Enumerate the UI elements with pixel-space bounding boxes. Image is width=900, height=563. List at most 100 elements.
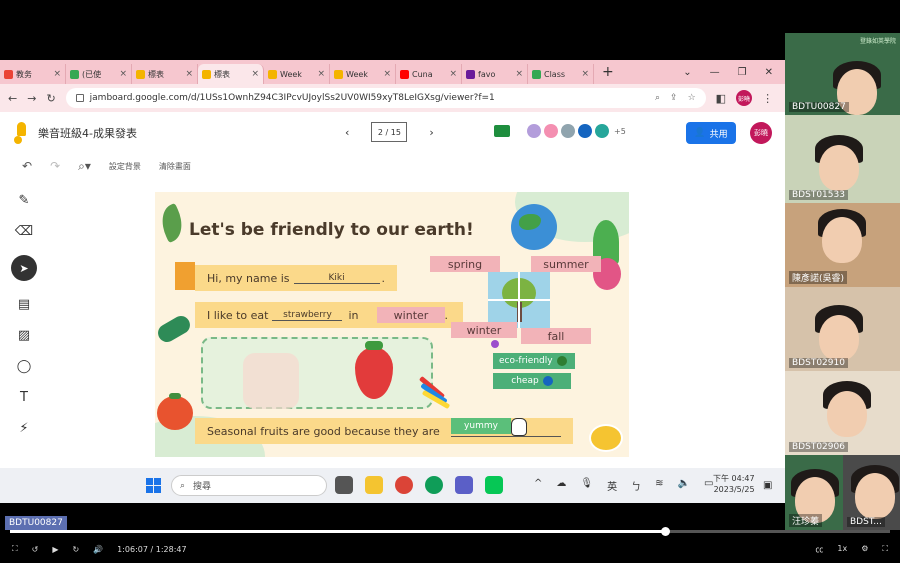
jamboard-logo-icon[interactable] xyxy=(14,122,28,144)
seek-bar[interactable] xyxy=(10,530,890,533)
laser-icon[interactable]: ⚡ xyxy=(19,421,28,436)
four-seasons-tree-image[interactable] xyxy=(488,272,550,328)
clear-frame-button[interactable]: 清除畫面 xyxy=(159,161,191,172)
teams-icon[interactable] xyxy=(455,476,473,494)
file-explorer-icon[interactable] xyxy=(365,476,383,494)
browser-tab[interactable]: 標表 × xyxy=(132,64,198,84)
reload-icon[interactable]: ↻ xyxy=(46,92,55,105)
ime-icon[interactable]: ㄅ xyxy=(631,478,641,493)
more-collaborators[interactable]: +5 xyxy=(614,127,626,136)
document-title[interactable]: 樂音班級4-成果發表 xyxy=(38,125,137,141)
tag-eco-friendly[interactable]: eco-friendly xyxy=(493,353,575,369)
fruit-drop-zone[interactable] xyxy=(201,337,433,409)
taskbar-search[interactable]: ⌕ 搜尋 xyxy=(171,475,327,496)
battery-icon[interactable]: ▭ xyxy=(704,478,713,493)
playback-speed[interactable]: 1x xyxy=(837,544,847,555)
participant-tile[interactable]: 汪珍蓁 xyxy=(785,455,843,530)
close-tab-icon[interactable]: × xyxy=(53,69,61,79)
sticky-winter-answer[interactable]: winter xyxy=(377,307,445,323)
cloud-icon[interactable]: ☁ xyxy=(556,478,566,493)
browser-tab-active[interactable]: 標表 × xyxy=(198,64,264,84)
volume-icon[interactable]: 🔊 xyxy=(93,545,103,554)
close-tab-icon[interactable]: × xyxy=(119,69,127,79)
seek-handle[interactable] xyxy=(660,527,670,536)
notification-icon[interactable]: ▣ xyxy=(763,480,772,491)
back-icon[interactable]: ← xyxy=(8,92,17,105)
undo-icon[interactable]: ↶ xyxy=(22,159,32,173)
input-language[interactable]: 英 xyxy=(607,478,617,493)
sticky-yummy[interactable]: yummy xyxy=(451,418,511,434)
captions-icon[interactable]: ㏄ xyxy=(815,544,823,555)
close-tab-icon[interactable]: × xyxy=(317,69,325,79)
volume-icon[interactable]: 🔈 xyxy=(677,478,689,493)
shape-circle-icon[interactable]: ◯ xyxy=(17,359,32,374)
participant-tile[interactable]: BDST... xyxy=(843,455,900,530)
select-arrow-icon[interactable]: ➤ xyxy=(11,255,37,281)
close-tab-icon[interactable]: × xyxy=(383,69,391,79)
browser-tab[interactable]: Week × xyxy=(264,64,330,84)
sticky-spring[interactable]: spring xyxy=(430,256,500,272)
sidepanel-icon[interactable]: ◧ xyxy=(716,92,726,105)
meet-icon[interactable] xyxy=(494,125,510,137)
share-page-icon[interactable]: ⇪ xyxy=(670,93,678,103)
previous-frame-icon[interactable]: ‹ xyxy=(345,126,349,139)
close-tab-icon[interactable]: × xyxy=(251,69,259,79)
strawberry-icon[interactable] xyxy=(355,341,393,399)
chevron-up-icon[interactable]: ^ xyxy=(534,478,542,493)
close-window-icon[interactable]: ✕ xyxy=(765,67,773,78)
participant-tile[interactable]: 陳彥諾(吳睿) xyxy=(785,203,900,287)
line-icon[interactable] xyxy=(485,476,503,494)
settings-gear-icon[interactable]: ⚙ xyxy=(861,544,868,555)
microphone-icon[interactable]: 🎙 xyxy=(580,478,593,493)
wifi-icon[interactable]: ≋ xyxy=(655,478,663,493)
browser-tab[interactable]: 教务 × xyxy=(0,64,66,84)
taskbar-clock[interactable]: 下午 04:47 2023/5/25 xyxy=(713,473,755,495)
close-tab-icon[interactable]: × xyxy=(515,69,523,79)
close-tab-icon[interactable]: × xyxy=(185,69,193,79)
sticky-fall[interactable]: fall xyxy=(521,328,591,344)
close-tab-icon[interactable]: × xyxy=(449,69,457,79)
restore-icon[interactable]: ❐ xyxy=(738,67,747,78)
task-view-icon[interactable] xyxy=(335,476,353,494)
redo-icon[interactable]: ↷ xyxy=(50,159,60,173)
frame-indicator[interactable]: 2 / 15 xyxy=(371,122,408,142)
participant-tile[interactable]: BDST01533 xyxy=(785,115,900,203)
eraser-icon[interactable]: ⌫ xyxy=(15,224,33,239)
image-icon[interactable]: ▨ xyxy=(18,328,30,343)
collaborator-avatar[interactable] xyxy=(576,122,594,140)
browser-tab[interactable]: Week × xyxy=(330,64,396,84)
browser-tab[interactable]: (已使 × xyxy=(66,64,132,84)
bookmark-star-icon[interactable]: ☆ xyxy=(688,93,696,103)
minimize-icon[interactable]: — xyxy=(710,67,720,78)
forward-icon[interactable]: ↻ xyxy=(72,545,79,554)
close-tab-icon[interactable]: × xyxy=(581,69,589,79)
set-background-button[interactable]: 設定背景 xyxy=(109,161,141,172)
sticky-note-icon[interactable]: ▤ xyxy=(18,297,30,312)
more-menu-icon[interactable]: ⋮ xyxy=(762,92,773,105)
browser-tab[interactable]: Class × xyxy=(528,64,594,84)
participant-tile[interactable]: 登錄如英學院 BDTU00827 xyxy=(785,33,900,115)
tag-cheap[interactable]: cheap xyxy=(493,373,571,389)
sticky-winter[interactable]: winter xyxy=(451,322,517,338)
participant-tile[interactable]: BDST02910 xyxy=(785,287,900,371)
play-icon[interactable]: ▶ xyxy=(52,545,58,554)
windows-start-icon[interactable] xyxy=(146,478,161,493)
participant-tile[interactable]: BDST02906 xyxy=(785,371,900,455)
browser-tab[interactable]: favo × xyxy=(462,64,528,84)
zoom-icon[interactable]: ⌕ xyxy=(655,93,660,103)
sticky-summer[interactable]: summer xyxy=(531,256,601,272)
chevron-down-icon[interactable]: ⌄ xyxy=(683,67,691,78)
fullscreen-window-icon[interactable]: ⛶ xyxy=(12,544,18,554)
collaborator-avatar[interactable] xyxy=(593,122,611,140)
chrome-icon[interactable] xyxy=(395,476,413,494)
collaborator-avatar[interactable] xyxy=(542,122,560,140)
zoom-icon[interactable]: ⌕▾ xyxy=(78,159,91,174)
collaborator-avatar[interactable] xyxy=(525,122,543,140)
profile-avatar[interactable]: 彭曉 xyxy=(736,90,753,106)
forward-icon[interactable]: → xyxy=(27,92,36,105)
browser-tab[interactable]: Cuna × xyxy=(396,64,462,84)
text-box-icon[interactable]: T xyxy=(20,390,28,405)
account-avatar[interactable]: 彭曉 xyxy=(750,122,772,144)
rewind-icon[interactable]: ↺ xyxy=(32,545,39,554)
jamboard-frame[interactable]: Let's be friendly to our earth! Hi, my n… xyxy=(155,192,629,457)
